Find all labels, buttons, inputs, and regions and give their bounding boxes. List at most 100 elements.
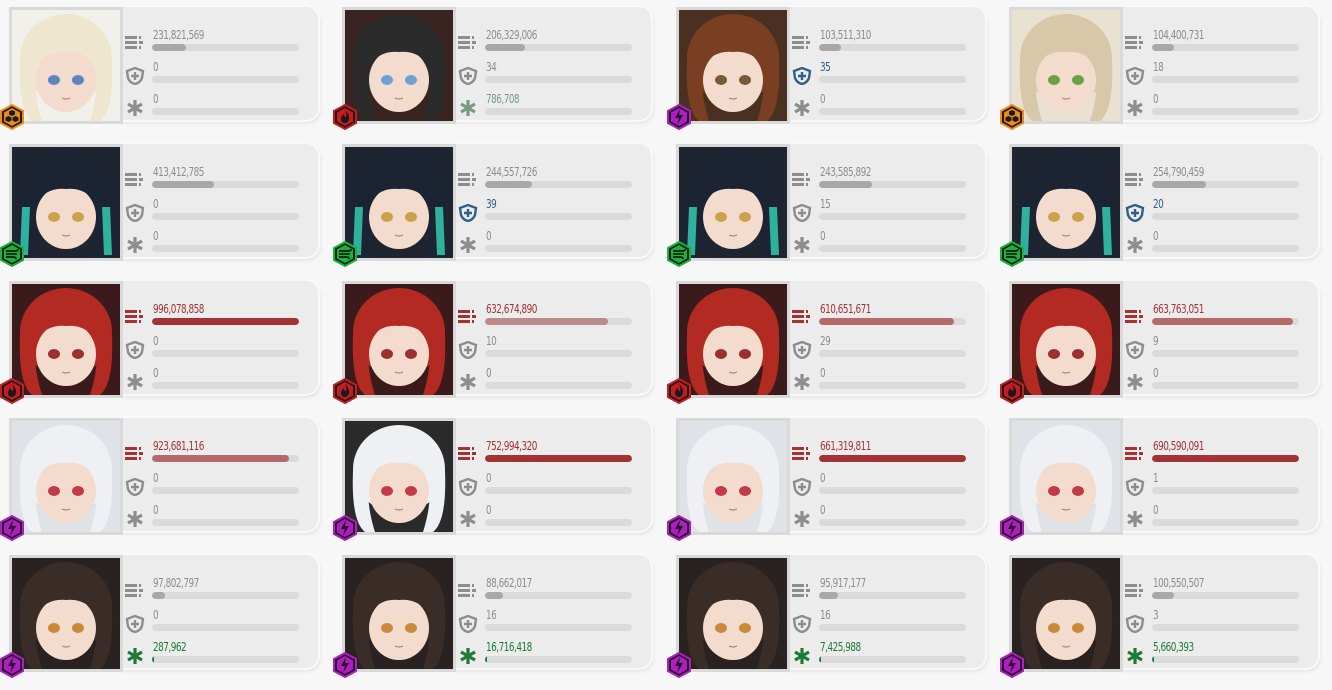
damage-stat-bar xyxy=(1152,592,1299,599)
shield-cross-icon xyxy=(458,614,478,634)
damage-stat-bar xyxy=(819,455,966,462)
character-card[interactable]: 100,550,507 3 5,660,393 xyxy=(1000,548,1322,678)
character-portrait[interactable] xyxy=(9,281,123,398)
character-portrait[interactable] xyxy=(676,7,790,124)
character-portrait[interactable] xyxy=(1009,555,1123,672)
character-portrait[interactable] xyxy=(9,418,123,535)
shield-stat-bar xyxy=(152,487,299,494)
character-card[interactable]: 690,590,091 1 0 xyxy=(1000,411,1322,541)
damage-stat: 100,550,507 xyxy=(1125,576,1310,602)
character-portrait[interactable] xyxy=(9,7,123,124)
character-card[interactable]: 231,821,569 0 0 xyxy=(0,0,322,130)
heal-stat: 0 xyxy=(792,503,977,529)
character-portrait[interactable] xyxy=(1009,281,1123,398)
character-card[interactable]: 97,802,797 0 287,962 xyxy=(0,548,322,678)
character-portrait[interactable] xyxy=(342,555,456,672)
character-portrait[interactable] xyxy=(342,7,456,124)
damage-stat-bar xyxy=(819,318,966,325)
heal-stat-value: 0 xyxy=(486,229,492,243)
shield-stat-bar xyxy=(1152,350,1299,357)
damage-stat-bar-fill xyxy=(1152,44,1175,51)
heal-stat: 0 xyxy=(1125,503,1310,529)
character-card[interactable]: 632,674,890 10 0 xyxy=(333,274,655,404)
damage-stat: 752,994,320 xyxy=(458,439,643,465)
shield-stat-value: 10 xyxy=(486,334,497,348)
heal-stat-value: 0 xyxy=(1153,229,1159,243)
shield-stat-bar xyxy=(485,76,632,83)
damage-stat-bar xyxy=(1152,318,1299,325)
heal-stat: 0 xyxy=(458,229,643,255)
damage-stat-bar-fill xyxy=(152,455,289,462)
shield-cross-icon xyxy=(1125,66,1145,86)
damage-stat-bar xyxy=(152,592,299,599)
shield-stat: 0 xyxy=(792,471,977,497)
character-portrait[interactable] xyxy=(9,144,123,261)
damage-stat-bar xyxy=(819,44,966,51)
character-portrait[interactable] xyxy=(342,144,456,261)
damage-bars-icon xyxy=(125,172,145,188)
heal-asterisk-icon xyxy=(458,510,478,527)
character-card[interactable]: 661,319,811 0 0 xyxy=(667,411,989,541)
damage-stat-bar-fill xyxy=(1152,592,1175,599)
heal-asterisk-icon xyxy=(125,373,145,390)
character-card[interactable]: 923,681,116 0 0 xyxy=(0,411,322,541)
character-card[interactable]: 243,585,892 15 0 xyxy=(667,137,989,267)
character-portrait[interactable] xyxy=(9,555,123,672)
damage-stat: 103,511,310 xyxy=(792,28,977,54)
character-card[interactable]: 104,400,731 18 0 xyxy=(1000,0,1322,130)
shield-stat-bar xyxy=(485,213,632,220)
character-portrait[interactable] xyxy=(676,281,790,398)
shield-stat: 1 xyxy=(1125,471,1310,497)
character-card[interactable]: 413,412,785 0 0 xyxy=(0,137,322,267)
character-portrait[interactable] xyxy=(676,144,790,261)
damage-stat-value: 95,917,177 xyxy=(820,576,866,590)
character-card[interactable]: 103,511,310 35 0 xyxy=(667,0,989,130)
shield-stat: 35 xyxy=(792,60,977,86)
character-portrait[interactable] xyxy=(676,555,790,672)
heal-stat-value: 5,660,393 xyxy=(1153,640,1194,654)
damage-bars-icon xyxy=(458,309,478,325)
damage-stat-bar xyxy=(152,455,299,462)
heal-stat-value: 0 xyxy=(486,366,492,380)
damage-stat-bar-fill xyxy=(1152,181,1207,188)
wind-element-icon xyxy=(0,241,24,267)
character-portrait[interactable] xyxy=(1009,418,1123,535)
shield-cross-icon xyxy=(792,66,812,86)
shield-stat: 18 xyxy=(1125,60,1310,86)
fire-element-icon xyxy=(1000,378,1024,404)
character-card[interactable]: 244,557,726 39 0 xyxy=(333,137,655,267)
character-card[interactable]: 95,917,177 16 7,425,988 xyxy=(667,548,989,678)
shield-cross-icon xyxy=(1125,477,1145,497)
damage-stat-value: 231,821,569 xyxy=(153,28,204,42)
shield-cross-icon xyxy=(792,477,812,497)
heal-stat: 7,425,988 xyxy=(792,640,977,666)
heal-asterisk-icon xyxy=(458,236,478,253)
damage-stat-bar-fill xyxy=(1152,318,1294,325)
character-portrait[interactable] xyxy=(342,281,456,398)
wind-element-icon xyxy=(333,241,357,267)
character-portrait[interactable] xyxy=(1009,7,1123,124)
character-portrait[interactable] xyxy=(342,418,456,535)
character-portrait[interactable] xyxy=(1009,144,1123,261)
character-card[interactable]: 254,790,459 20 0 xyxy=(1000,137,1322,267)
shield-stat: 10 xyxy=(458,334,643,360)
character-card[interactable]: 663,763,051 9 0 xyxy=(1000,274,1322,404)
character-portrait[interactable] xyxy=(676,418,790,535)
character-card[interactable]: 206,329,006 34 786,708 xyxy=(333,0,655,130)
character-card[interactable]: 752,994,320 0 0 xyxy=(333,411,655,541)
character-card[interactable]: 88,662,017 16 16,716,418 xyxy=(333,548,655,678)
shield-stat-value: 1 xyxy=(1153,471,1159,485)
character-card[interactable]: 610,651,671 29 0 xyxy=(667,274,989,404)
damage-stat: 610,651,671 xyxy=(792,302,977,328)
heal-asterisk-icon xyxy=(458,373,478,390)
heal-stat-bar xyxy=(819,108,966,115)
character-card[interactable]: 996,078,858 0 0 xyxy=(0,274,322,404)
shield-stat-bar xyxy=(485,350,632,357)
damage-bars-icon xyxy=(792,35,812,51)
heal-stat-value: 0 xyxy=(153,366,159,380)
damage-stat: 923,681,116 xyxy=(125,439,310,465)
shield-stat-bar xyxy=(152,624,299,631)
heal-stat: 0 xyxy=(792,366,977,392)
damage-stat-value: 100,550,507 xyxy=(1153,576,1204,590)
damage-stat-bar xyxy=(485,181,632,188)
